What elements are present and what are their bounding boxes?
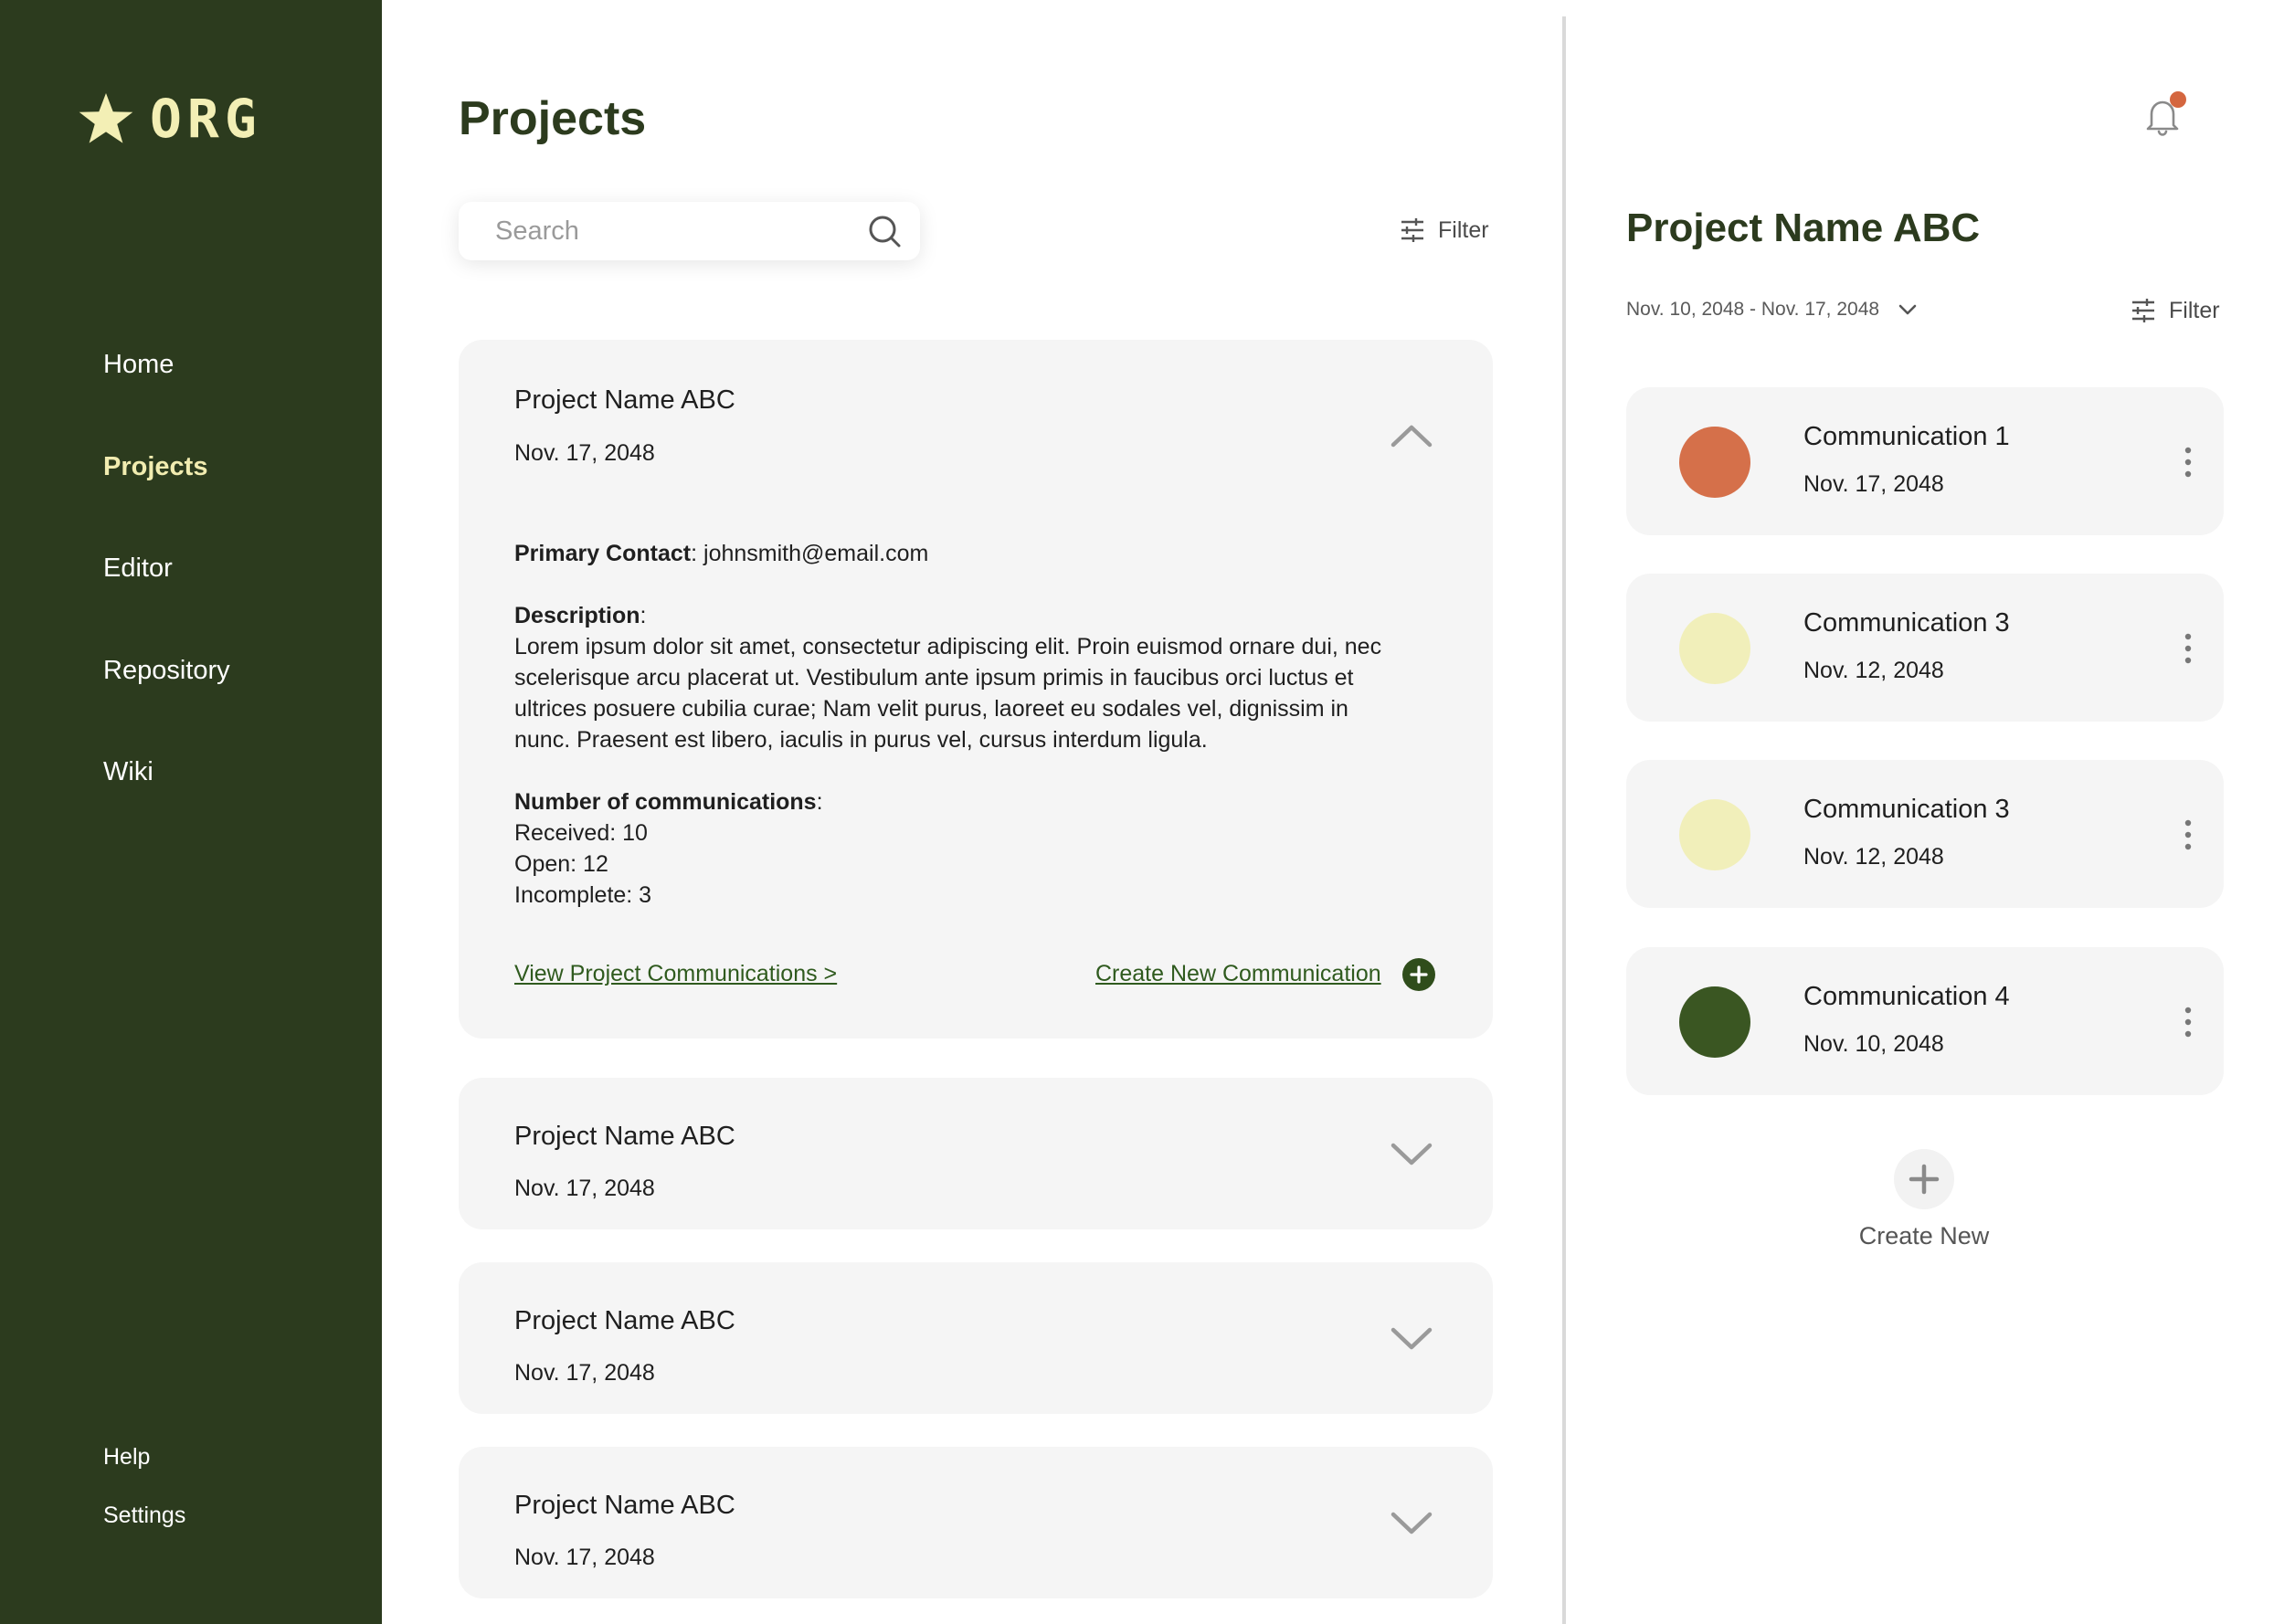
communication-date: Nov. 17, 2048 (1803, 471, 1944, 497)
notification-badge (2170, 91, 2186, 108)
status-dot (1679, 613, 1750, 684)
sidebar-item-repository[interactable]: Repository (103, 658, 230, 684)
communication-title: Communication 1 (1803, 422, 2010, 451)
plus-icon (1909, 1164, 1940, 1195)
status-dot (1679, 799, 1750, 870)
panel-divider (1562, 16, 1566, 1624)
filter-button[interactable]: Filter (1400, 217, 1489, 243)
primary-contact-value: johnsmith@email.com (703, 541, 929, 566)
status-dot (1679, 986, 1750, 1058)
project-card[interactable]: Project Name ABC Nov. 17, 2048 (459, 1262, 1493, 1414)
description-block: Description: Lorem ipsum dolor sit amet,… (514, 603, 1382, 753)
primary-contact-row: Primary Contact: johnsmith@email.com (514, 541, 929, 566)
create-communication-link[interactable]: Create New Communication (1095, 955, 1381, 992)
status-dot (1679, 427, 1750, 498)
chevron-down-icon (1898, 304, 1917, 314)
communication-card[interactable]: Communication 1 Nov. 17, 2048 (1626, 387, 2224, 535)
star-icon (79, 93, 133, 143)
project-name: Project Name ABC (514, 1122, 735, 1151)
project-details: Primary Contact: johnsmith@email.com Des… (514, 538, 1410, 911)
chevron-down-icon[interactable] (1389, 1140, 1434, 1169)
communication-title: Communication 3 (1803, 608, 2010, 638)
sidebar: ORG Home Projects Editor Repository Wiki… (0, 0, 382, 1624)
logo[interactable]: ORG (77, 90, 262, 148)
communication-card[interactable]: Communication 3 Nov. 12, 2048 (1626, 760, 2224, 908)
panel-filter-button[interactable]: Filter (2131, 298, 2220, 323)
communication-title: Communication 4 (1803, 982, 2010, 1011)
search-icon[interactable] (866, 213, 903, 249)
filter-label: Filter (2169, 297, 2220, 323)
communications-count-block: Number of communications: Received: 10 O… (514, 789, 823, 908)
kebab-menu-icon[interactable] (2182, 818, 2194, 851)
description-label: Description (514, 603, 640, 628)
filter-label: Filter (1438, 216, 1489, 243)
communication-card[interactable]: Communication 4 Nov. 10, 2048 (1626, 947, 2224, 1095)
create-communication-button[interactable] (1402, 958, 1435, 991)
page-title: Projects (459, 92, 647, 145)
project-date: Nov. 17, 2048 (514, 1176, 655, 1201)
incomplete-count: Incomplete: 3 (514, 882, 652, 908)
project-date: Nov. 17, 2048 (514, 440, 655, 466)
kebab-menu-icon[interactable] (2182, 446, 2194, 479)
project-card-expanded[interactable]: Project Name ABC Nov. 17, 2048 Primary C… (459, 340, 1493, 1039)
description-text: Lorem ipsum dolor sit amet, consectetur … (514, 634, 1382, 753)
project-card[interactable]: Project Name ABC Nov. 17, 2048 (459, 1447, 1493, 1598)
primary-contact-label: Primary Contact (514, 541, 692, 566)
sidebar-item-editor[interactable]: Editor (103, 555, 173, 582)
project-card[interactable]: Project Name ABC Nov. 17, 2048 (459, 1078, 1493, 1229)
sidebar-item-home[interactable]: Home (103, 352, 174, 378)
date-range-selector[interactable]: Nov. 10, 2048 - Nov. 17, 2048 (1626, 300, 1918, 319)
project-actions: View Project Communications > Create New… (514, 955, 1435, 992)
chevron-down-icon[interactable] (1389, 1509, 1434, 1538)
sidebar-item-projects[interactable]: Projects (103, 454, 207, 480)
sidebar-item-wiki[interactable]: Wiki (103, 759, 153, 786)
communication-title: Communication 3 (1803, 795, 2010, 824)
project-date: Nov. 17, 2048 (514, 1545, 655, 1570)
create-new-button[interactable]: Create New (1841, 1149, 2007, 1250)
view-communications-link[interactable]: View Project Communications > (514, 955, 837, 992)
search-input[interactable] (495, 213, 842, 249)
create-new-circle[interactable] (1894, 1149, 1954, 1209)
communication-date: Nov. 10, 2048 (1803, 1031, 1944, 1057)
search-box[interactable] (459, 202, 920, 260)
chevron-up-icon[interactable] (1389, 420, 1434, 449)
received-count: Received: 10 (514, 820, 648, 846)
plus-icon (1410, 965, 1428, 984)
kebab-menu-icon[interactable] (2182, 1006, 2194, 1039)
panel-title: Project Name ABC (1626, 206, 1981, 250)
logo-text: ORG (150, 88, 262, 150)
project-name: Project Name ABC (514, 1491, 735, 1520)
project-date: Nov. 17, 2048 (514, 1360, 655, 1386)
filter-icon (2132, 299, 2154, 322)
date-range-label: Nov. 10, 2048 - Nov. 17, 2048 (1626, 299, 1880, 320)
communications-count-label: Number of communications (514, 789, 817, 815)
sidebar-item-settings[interactable]: Settings (103, 1504, 185, 1527)
communication-date: Nov. 12, 2048 (1803, 844, 1944, 870)
create-new-label: Create New (1858, 1222, 1990, 1250)
communication-card[interactable]: Communication 3 Nov. 12, 2048 (1626, 574, 2224, 722)
chevron-down-icon[interactable] (1389, 1324, 1434, 1354)
sidebar-item-help[interactable]: Help (103, 1446, 150, 1469)
kebab-menu-icon[interactable] (2182, 632, 2194, 665)
filter-icon (1401, 218, 1423, 242)
project-name: Project Name ABC (514, 385, 735, 415)
open-count: Open: 12 (514, 851, 608, 877)
project-name: Project Name ABC (514, 1306, 735, 1335)
communication-date: Nov. 12, 2048 (1803, 658, 1944, 683)
